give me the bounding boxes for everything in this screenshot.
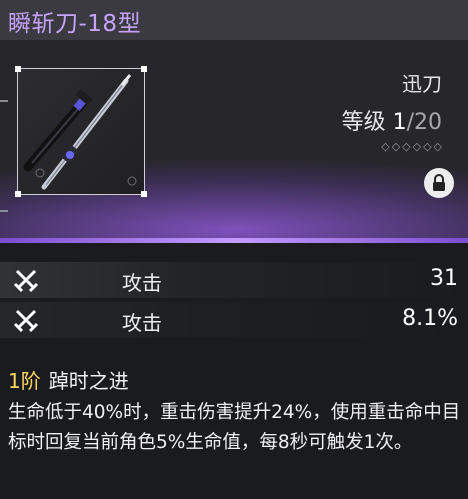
weapon-header: 瞬斩刀-18型 迅刀 等级 1/20 ◇◇◇◇◇◇ (0, 0, 468, 243)
effect-description: 生命低于40%时，重击伤害提升24%，使用重击命中目标时回复当前角色5%生命值，… (8, 402, 461, 453)
weapon-name: 瞬斩刀-18型 (8, 11, 142, 37)
stat-row: 攻击 31 (0, 262, 468, 298)
crossed-swords-icon (13, 269, 39, 293)
weapon-type: 迅刀 (402, 72, 442, 96)
level-current: 1 (392, 110, 407, 135)
stat-value: 8.1% (402, 306, 458, 331)
title-bar: 瞬斩刀-18型 (0, 0, 468, 40)
weapon-level: 等级 1/20 (342, 104, 442, 136)
left-edge-tick (0, 210, 8, 212)
stat-value: 31 (430, 266, 458, 291)
sword-image (23, 74, 137, 190)
left-edge-tick (0, 100, 8, 102)
stat-name: 攻击 (122, 271, 162, 295)
weapon-image-frame[interactable] (15, 66, 147, 197)
stat-name: 攻击 (122, 311, 162, 335)
crossed-swords-icon (13, 309, 39, 333)
level-label: 等级 (341, 110, 386, 135)
level-separator: / (406, 110, 414, 135)
level-max: 20 (414, 110, 442, 135)
effect-title: 1阶 踔时之进 (8, 366, 464, 396)
lock-button[interactable] (424, 168, 454, 198)
effect-name: 踔时之进 (48, 369, 129, 393)
accent-glow-line (0, 238, 468, 243)
stat-row: 攻击 8.1% (0, 302, 468, 338)
stat-list: 攻击 31 攻击 8.1% (0, 262, 468, 342)
effect-rank: 1阶 (8, 369, 41, 393)
lock-icon (433, 174, 445, 191)
passive-effect: 1阶 踔时之进 生命低于40%时，重击伤害提升24%，使用重击命中目标时回复当前角… (8, 366, 464, 458)
rank-diamonds: ◇◇◇◇◇◇ (381, 140, 444, 153)
